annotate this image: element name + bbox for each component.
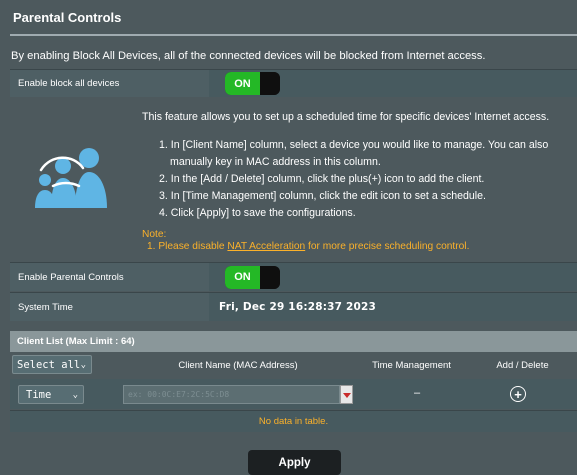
toggle-on-label: ON [225, 265, 260, 289]
add-client-button[interactable]: + [510, 386, 526, 402]
column-client-name: Client Name (MAC Address) [178, 359, 298, 371]
time-management-value: – [414, 387, 421, 399]
family-icon [35, 148, 107, 208]
step-4: 4. Click [Apply] to save the configurati… [159, 207, 356, 219]
chevron-down-icon: ⌄ [72, 390, 78, 400]
apply-button[interactable]: Apply [248, 450, 341, 475]
note: Note: 1. Please disable NAT Acceleration… [142, 229, 469, 253]
block-all-toggle[interactable]: ON [225, 72, 280, 95]
select-all-label: Select all [17, 358, 81, 371]
steps-list: 1. In [Client Name] column, select a dev… [159, 137, 569, 222]
title-divider [10, 34, 577, 36]
client-table-header: Select all ⌄ Client Name (MAC Address) T… [10, 352, 577, 378]
toggle-knob [260, 265, 280, 289]
column-time-management: Time Management [372, 359, 451, 371]
chevron-down-icon: ⌄ [80, 360, 86, 370]
parental-controls-toggle[interactable]: ON [225, 265, 280, 289]
step-3: 3. In [Time Management] column, click th… [159, 190, 486, 202]
nat-acceleration-link[interactable]: NAT Acceleration [227, 241, 305, 252]
note-suffix: for more precise scheduling control. [305, 241, 470, 252]
parental-controls-panel: Parental Controls By enabling Block All … [0, 0, 577, 475]
note-prefix: 1. Please disable [147, 241, 228, 252]
note-label: Note: [142, 229, 167, 240]
step-1: 1. In [Client Name] column, select a dev… [159, 139, 549, 151]
toggle-knob [260, 72, 280, 95]
title-bar: Parental Controls [0, 0, 577, 31]
block-all-label: Enable block all devices [10, 70, 209, 97]
column-add-delete: Add / Delete [496, 359, 549, 371]
page-title: Parental Controls [13, 10, 122, 25]
parental-controls-label: Enable Parental Controls [10, 263, 209, 291]
page-description: By enabling Block All Devices, all of th… [11, 50, 486, 62]
plus-icon: + [514, 386, 522, 402]
client-entry-row: Time ⌄ ex: 00:0C:E7:2C:5C:D8 – + [10, 379, 577, 409]
parental-controls-row: Enable Parental Controls ON [10, 262, 577, 291]
client-list-header: Client List (Max Limit : 64) [10, 331, 577, 352]
system-time-label: System Time [10, 293, 209, 321]
note-text: 1. Please disable NAT Acceleration for m… [142, 241, 469, 253]
feature-intro: This feature allows you to set up a sche… [142, 111, 550, 123]
select-all-dropdown[interactable]: Select all ⌄ [12, 355, 92, 374]
toggle-on-label: ON [225, 72, 260, 95]
step-2: 2. In the [Add / Delete] column, click t… [159, 173, 485, 185]
time-mode-label: Time [26, 388, 52, 401]
step-1-continued: manually key in MAC address in this colu… [170, 156, 381, 168]
block-all-row: Enable block all devices ON [10, 69, 577, 97]
time-mode-dropdown[interactable]: Time ⌄ [18, 385, 84, 404]
system-time-value: Fri, Dec 29 16:28:37 2023 [219, 301, 377, 313]
mac-address-input[interactable]: ex: 00:0C:E7:2C:5C:D8 [123, 385, 340, 404]
system-time-row: System Time Fri, Dec 29 16:28:37 2023 [10, 292, 577, 321]
empty-table-message: No data in table. [10, 410, 577, 432]
client-dropdown-button[interactable] [340, 385, 353, 404]
